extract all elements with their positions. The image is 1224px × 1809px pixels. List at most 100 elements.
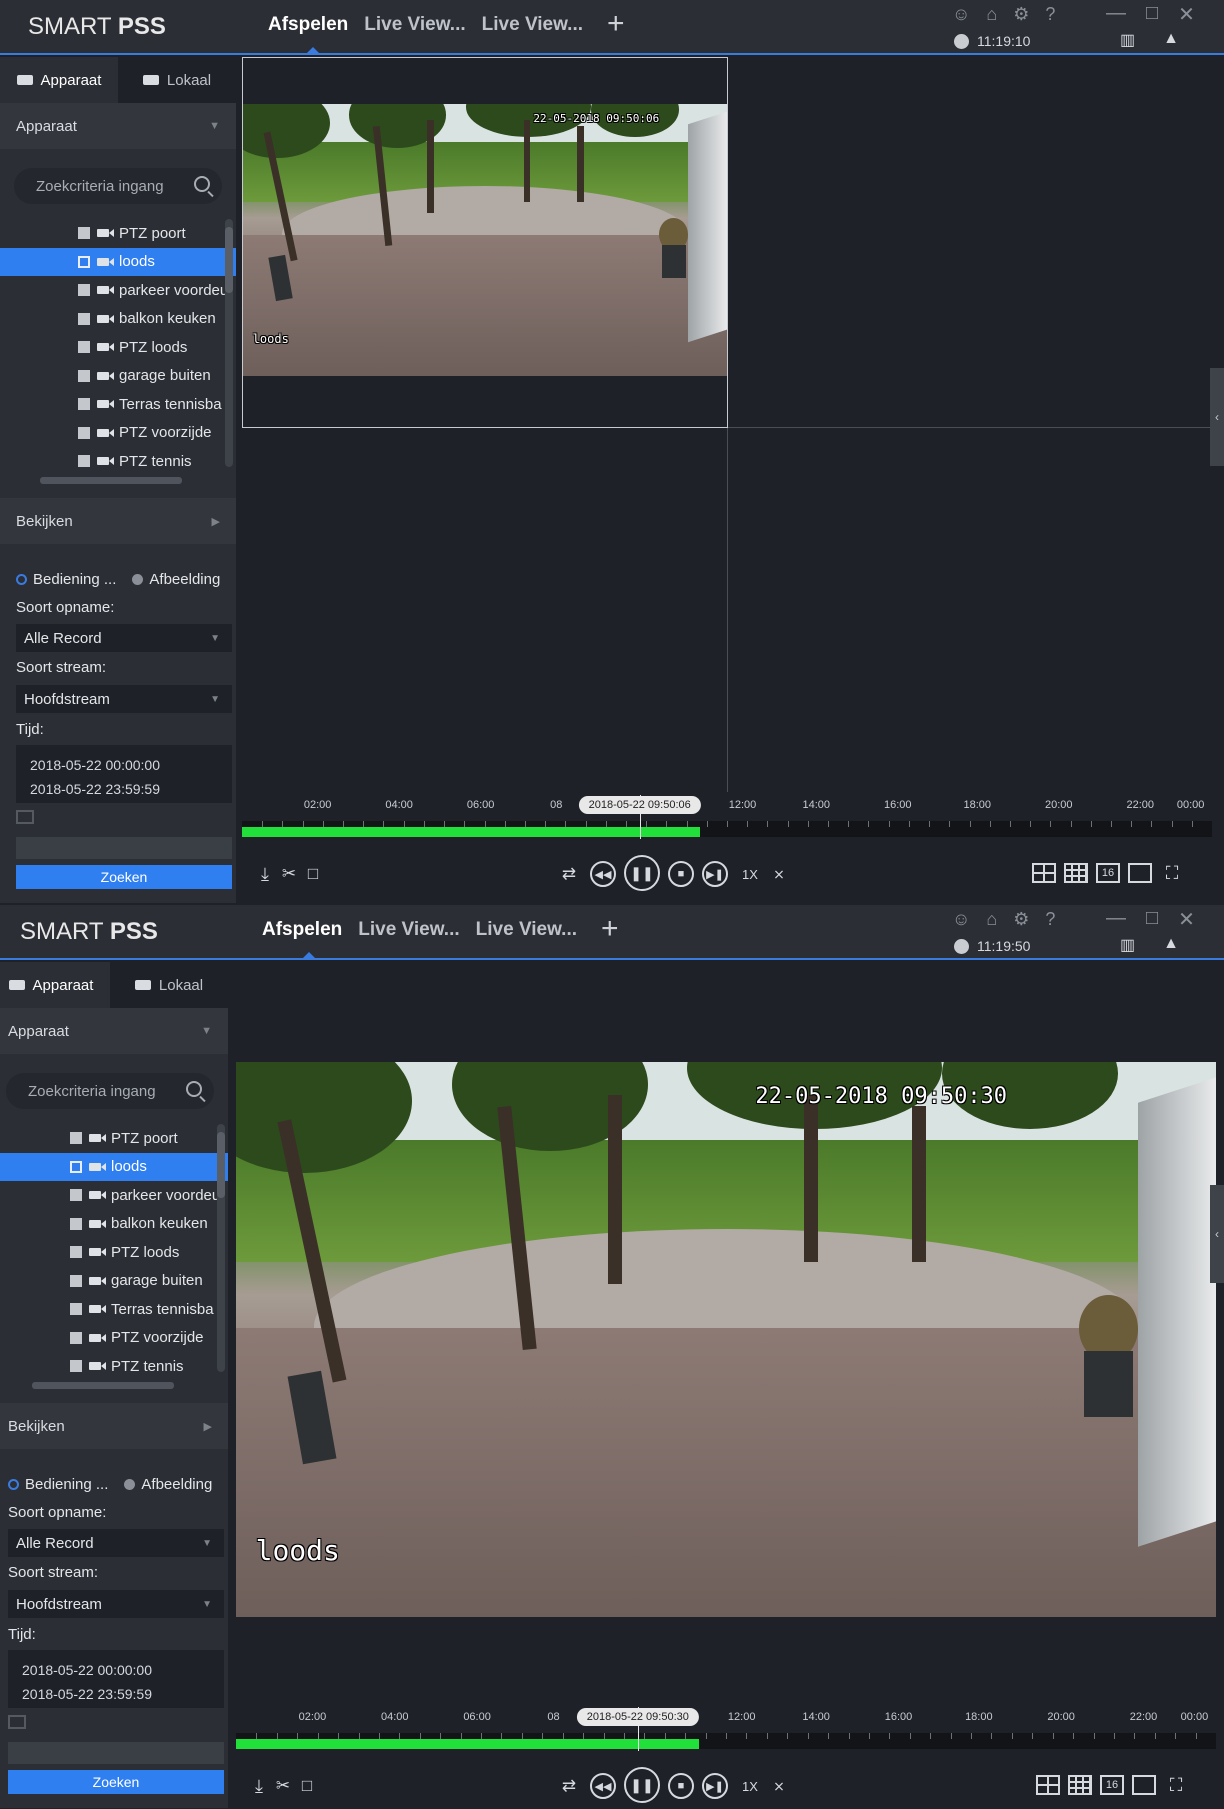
- tree-item-ptz-voorzijde[interactable]: PTZ voorzijde: [0, 1324, 228, 1353]
- clip-icon[interactable]: ✂: [272, 1775, 294, 1797]
- tree-item-terras-tennisbaan[interactable]: Terras tennisba: [0, 1295, 228, 1324]
- close-button[interactable]: ✕: [1178, 2, 1195, 27]
- section-bekijken[interactable]: Bekijken ▶: [0, 1403, 228, 1449]
- tree-item-ptz-loods[interactable]: PTZ loods: [0, 1238, 228, 1267]
- pause-button[interactable]: ❚❚: [624, 1767, 660, 1803]
- layout-9-button[interactable]: [1064, 863, 1088, 883]
- tab-live-view-1[interactable]: Live View...: [358, 919, 459, 941]
- tab-live-view-1[interactable]: Live View...: [364, 14, 465, 36]
- tree-item-parkeer-voordeur[interactable]: parkeer voordeu: [0, 1181, 228, 1210]
- custom-layout-icon[interactable]: [1128, 863, 1152, 883]
- checkbox[interactable]: [78, 227, 90, 240]
- tree-item-loods[interactable]: loods: [0, 1152, 228, 1181]
- sync-icon[interactable]: ⇄: [558, 1775, 580, 1797]
- add-tab-button[interactable]: +: [601, 914, 619, 944]
- tab-live-view-2[interactable]: Live View...: [476, 919, 577, 941]
- checkbox[interactable]: [78, 284, 90, 297]
- radio-afbeelding[interactable]: [132, 574, 144, 585]
- user-icon[interactable]: ☺: [952, 4, 970, 25]
- lock-icon[interactable]: ⌂: [986, 909, 997, 930]
- maximize-button[interactable]: □: [1146, 907, 1158, 932]
- rewind-button[interactable]: ◀◀: [590, 861, 616, 887]
- tab-apparaat[interactable]: Apparaat: [0, 57, 118, 103]
- maximize-button[interactable]: □: [1146, 2, 1158, 27]
- stop-button[interactable]: ■: [668, 861, 694, 887]
- zoeken-button[interactable]: Zoeken: [8, 1770, 224, 1794]
- collapse-panel-button[interactable]: ‹: [1210, 1185, 1224, 1283]
- radio-afbeelding[interactable]: [124, 1479, 136, 1490]
- tree-item-parkeer-voordeur[interactable]: parkeer voordeu: [0, 276, 236, 305]
- speed-indicator[interactable]: 1X: [736, 863, 764, 885]
- tree-item-ptz-poort[interactable]: PTZ poort: [0, 219, 236, 248]
- tree-item-loods[interactable]: loods: [0, 247, 236, 276]
- minimize-button[interactable]: —: [1106, 2, 1126, 27]
- time-start[interactable]: 2018-05-22 00:00:00: [22, 1658, 224, 1682]
- checkbox[interactable]: [78, 312, 90, 325]
- checkbox[interactable]: [78, 398, 90, 411]
- tree-item-terras-tennisbaan[interactable]: Terras tennisba: [0, 390, 236, 419]
- custom-layout-icon[interactable]: [1132, 1775, 1156, 1795]
- download-icon[interactable]: ⤓: [254, 863, 276, 885]
- tree-item-balkon-keuken[interactable]: balkon keuken: [0, 1210, 228, 1239]
- time-range[interactable]: 2018-05-22 00:00:00 2018-05-22 23:59:59: [16, 745, 232, 803]
- record-type-select[interactable]: Alle Record ▼: [16, 624, 232, 652]
- tab-afspelen[interactable]: Afspelen: [268, 14, 348, 36]
- bell-icon[interactable]: ▲: [1163, 30, 1179, 50]
- tree-item-ptz-tennis[interactable]: PTZ tennis: [0, 1352, 228, 1381]
- layout-16-button[interactable]: 16: [1100, 1775, 1124, 1795]
- sync-icon[interactable]: ⇄: [558, 863, 580, 885]
- layout-4-button[interactable]: [1036, 1775, 1060, 1795]
- scroll-thumb[interactable]: [217, 1132, 225, 1198]
- checkbox[interactable]: [70, 1217, 82, 1230]
- time-range[interactable]: 2018-05-22 00:00:00 2018-05-22 23:59:59: [8, 1650, 224, 1708]
- search-input[interactable]: Zoekcriteria ingang: [6, 1073, 214, 1109]
- checkbox[interactable]: [70, 1189, 82, 1202]
- search-icon[interactable]: [194, 176, 210, 192]
- section-apparaat[interactable]: Apparaat ▼: [0, 1008, 228, 1054]
- time-start[interactable]: 2018-05-22 00:00:00: [30, 753, 232, 777]
- collapse-panel-button[interactable]: ‹: [1210, 368, 1224, 466]
- tree-item-garage-buiten[interactable]: garage buiten: [0, 362, 236, 391]
- stream-type-select[interactable]: Hoofdstream ▼: [8, 1590, 224, 1618]
- tree-item-ptz-poort[interactable]: PTZ poort: [0, 1124, 228, 1153]
- tree-vertical-scrollbar[interactable]: [225, 219, 233, 467]
- search-icon[interactable]: [186, 1081, 202, 1097]
- video-feed-loods[interactable]: 22-05-2018 09:50:06 loods: [243, 104, 727, 376]
- step-forward-button[interactable]: ▶❚: [702, 1773, 728, 1799]
- checkbox[interactable]: [70, 1160, 82, 1173]
- tree-item-garage-buiten[interactable]: garage buiten: [0, 1267, 228, 1296]
- time-end[interactable]: 2018-05-22 23:59:59: [30, 777, 232, 801]
- scroll-thumb[interactable]: [225, 227, 233, 293]
- search-input[interactable]: Zoekcriteria ingang: [14, 168, 222, 204]
- speed-indicator[interactable]: 1X: [736, 1775, 764, 1797]
- step-forward-button[interactable]: ▶❚: [702, 861, 728, 887]
- checkbox[interactable]: [78, 255, 90, 268]
- layout-9-button[interactable]: [1068, 1775, 1092, 1795]
- checkbox[interactable]: [70, 1246, 82, 1259]
- calendar-icon[interactable]: [8, 1715, 26, 1729]
- user-icon[interactable]: ☺: [952, 909, 970, 930]
- download-icon[interactable]: ⤓: [248, 1775, 270, 1797]
- tree-horizontal-scrollbar[interactable]: [32, 1382, 174, 1389]
- checkbox[interactable]: [70, 1331, 82, 1344]
- tab-lokaal[interactable]: Lokaal: [110, 962, 228, 1008]
- device-status-icon[interactable]: ▥: [1120, 30, 1135, 50]
- checkbox[interactable]: [70, 1132, 82, 1145]
- checkbox[interactable]: [78, 455, 90, 468]
- gear-icon[interactable]: ⚙: [1013, 909, 1029, 930]
- mute-icon[interactable]: ⨯: [768, 863, 790, 885]
- checkbox[interactable]: [78, 426, 90, 439]
- calendar-icon[interactable]: [16, 810, 34, 824]
- zoeken-button[interactable]: Zoeken: [16, 865, 232, 889]
- device-status-icon[interactable]: ▥: [1120, 935, 1135, 955]
- help-icon[interactable]: ?: [1045, 4, 1055, 25]
- checkbox[interactable]: [70, 1303, 82, 1316]
- rewind-button[interactable]: ◀◀: [590, 1773, 616, 1799]
- layout-4-button[interactable]: [1032, 863, 1056, 883]
- record-type-select[interactable]: Alle Record ▼: [8, 1529, 224, 1557]
- snapshot-icon[interactable]: □: [296, 1775, 318, 1797]
- radio-bediening[interactable]: [16, 574, 27, 585]
- stop-button[interactable]: ■: [668, 1773, 694, 1799]
- radio-bediening[interactable]: [8, 1479, 19, 1490]
- minimize-button[interactable]: —: [1106, 907, 1126, 932]
